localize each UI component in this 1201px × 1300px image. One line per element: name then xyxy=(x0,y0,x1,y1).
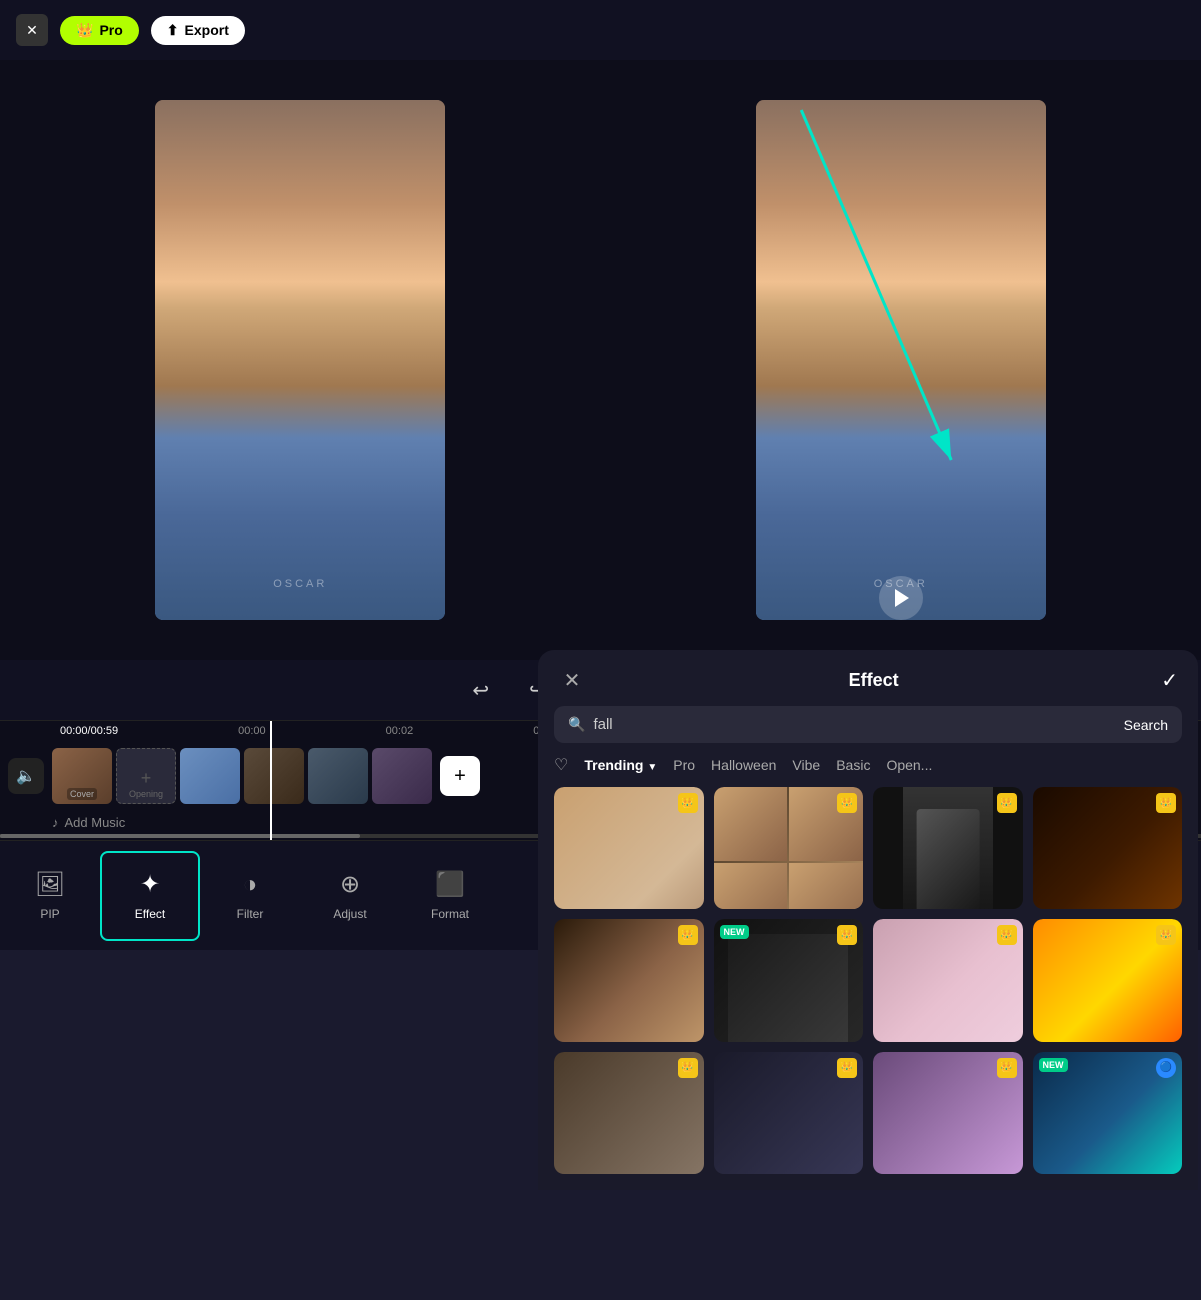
effect-fashion[interactable]: 👑 NEW Fashion Packag... xyxy=(714,919,864,1041)
export-button[interactable]: ⬆ Export xyxy=(151,16,245,45)
clip-thumb-4[interactable] xyxy=(372,748,432,804)
effect-gl16[interactable]: 👑 GL16 xyxy=(1033,787,1183,909)
effect-row3-3[interactable]: 👑 xyxy=(873,1052,1023,1174)
effect-search-bar: 🔍 fall Search xyxy=(554,706,1182,743)
panel-header: ✕ Effect ✓ xyxy=(538,650,1198,706)
close-button[interactable]: ✕ xyxy=(16,14,48,46)
effect-row3-2[interactable]: 👑 xyxy=(714,1052,864,1174)
open-tab[interactable]: Open... xyxy=(886,755,932,775)
track-clips: Cover + Opening xyxy=(52,748,432,804)
preview-area: OSCAR OSCAR xyxy=(0,60,1201,660)
clip-thumb-1[interactable] xyxy=(180,748,240,804)
search-icon: 🔍 xyxy=(568,716,585,733)
video-frame-right: OSCAR xyxy=(756,100,1046,620)
music-note-icon: ♪ xyxy=(52,815,59,830)
toolbar-effect[interactable]: ✦ Effect xyxy=(100,851,200,941)
current-time: 00:00/00:59 xyxy=(60,725,118,737)
clip-cover[interactable]: Cover xyxy=(52,748,112,804)
favorites-tab[interactable]: ♡ xyxy=(554,755,568,775)
panel-close-button[interactable]: ✕ xyxy=(558,666,586,694)
clip-opening[interactable]: + Opening xyxy=(116,748,176,804)
effect-pink-doll[interactable]: 👑 Pink Doll Vol 02... xyxy=(873,919,1023,1041)
crown-badge: 👑 xyxy=(837,925,857,945)
effect-sp05[interactable]: 👑 SP05 xyxy=(714,787,864,909)
trending-tab[interactable]: Trending ▼ xyxy=(584,755,657,775)
trending-arrow: ▼ xyxy=(647,762,657,773)
video-person-right xyxy=(756,100,1046,620)
search-input[interactable]: fall xyxy=(593,716,1115,733)
scroll-thumb xyxy=(0,834,360,838)
new-badge: NEW xyxy=(720,925,749,939)
panel-confirm-button[interactable]: ✓ xyxy=(1161,668,1178,693)
play-button-right[interactable] xyxy=(879,576,923,620)
panel-title: Effect xyxy=(849,670,899,691)
effect-sp02[interactable]: 👑 SP02 xyxy=(554,919,704,1041)
effect-retro14[interactable]: 👑 retro effect 14 xyxy=(554,787,704,909)
crown-icon: 👑 xyxy=(76,22,93,39)
crown-badge: 👑 xyxy=(837,1058,857,1078)
crown-badge: 👑 xyxy=(997,925,1017,945)
timecode-1: 00:00 xyxy=(238,725,266,737)
crown-badge: 👑 xyxy=(678,925,698,945)
halloween-tab[interactable]: Halloween xyxy=(711,755,776,775)
effect-row3-4[interactable]: NEW 🔵 xyxy=(1033,1052,1183,1174)
toolbar-pip[interactable]: 🖼 PIP xyxy=(0,851,100,941)
add-clip-button[interactable]: + xyxy=(440,756,480,796)
clip-thumb-2[interactable] xyxy=(244,748,304,804)
effect-mobile-audio[interactable]: 👑 Mobile Audio Vi... xyxy=(1033,919,1183,1041)
undo-button[interactable]: ↩ xyxy=(472,678,489,703)
pro-button[interactable]: 👑 Pro xyxy=(60,16,139,45)
crown-badge: 👑 xyxy=(997,793,1017,813)
new-badge: NEW xyxy=(1039,1058,1068,1072)
vibe-tab[interactable]: Vibe xyxy=(792,755,820,775)
clip-thumb-3[interactable] xyxy=(308,748,368,804)
search-button[interactable]: Search xyxy=(1124,717,1168,733)
video-frame-left: OSCAR xyxy=(155,100,445,620)
basic-tab[interactable]: Basic xyxy=(836,755,870,775)
toolbar-filter[interactable]: ◑ Filter xyxy=(200,851,300,941)
pro-tab[interactable]: Pro xyxy=(673,755,695,775)
format-icon: ⬛ xyxy=(435,870,465,899)
watermark-left: OSCAR xyxy=(273,578,327,590)
crown-badge: 👑 xyxy=(1156,793,1176,813)
adjust-icon: ⊕ xyxy=(340,870,360,899)
effect-icon: ✦ xyxy=(140,870,160,899)
crown-badge: 👑 xyxy=(997,1058,1017,1078)
export-icon: ⬆ xyxy=(167,22,179,39)
timecode-2: 00:02 xyxy=(386,725,414,737)
effects-grid: 👑 retro effect 14 👑 SP05 👑 BE18 👑 xyxy=(538,787,1198,1190)
effect-panel: ✕ Effect ✓ 🔍 fall Search ♡ Trending ▼ Pr… xyxy=(538,650,1198,1190)
filter-icon: ◑ xyxy=(243,871,258,899)
preview-left: OSCAR xyxy=(0,60,601,660)
toolbar-format[interactable]: ⬛ Format xyxy=(400,851,500,941)
effect-row3-1[interactable]: 👑 xyxy=(554,1052,704,1174)
preview-right: OSCAR xyxy=(601,60,1201,660)
video-person-left xyxy=(155,100,445,620)
top-bar: ✕ 👑 Pro ⬆ Export xyxy=(0,0,1201,60)
pip-icon: 🖼 xyxy=(35,870,65,899)
toolbar-adjust[interactable]: ⊕ Adjust xyxy=(300,851,400,941)
category-tabs: ♡ Trending ▼ Pro Halloween Vibe Basic Op… xyxy=(538,755,1198,787)
audio-icon-button[interactable]: 🔈 xyxy=(8,758,44,794)
crown-badge: 👑 xyxy=(837,793,857,813)
time-indicator xyxy=(270,721,272,840)
effect-be18[interactable]: 👑 BE18 xyxy=(873,787,1023,909)
crown-badge: 👑 xyxy=(1156,925,1176,945)
crown-badge: 👑 xyxy=(678,793,698,813)
crown-badge: 👑 xyxy=(678,1058,698,1078)
